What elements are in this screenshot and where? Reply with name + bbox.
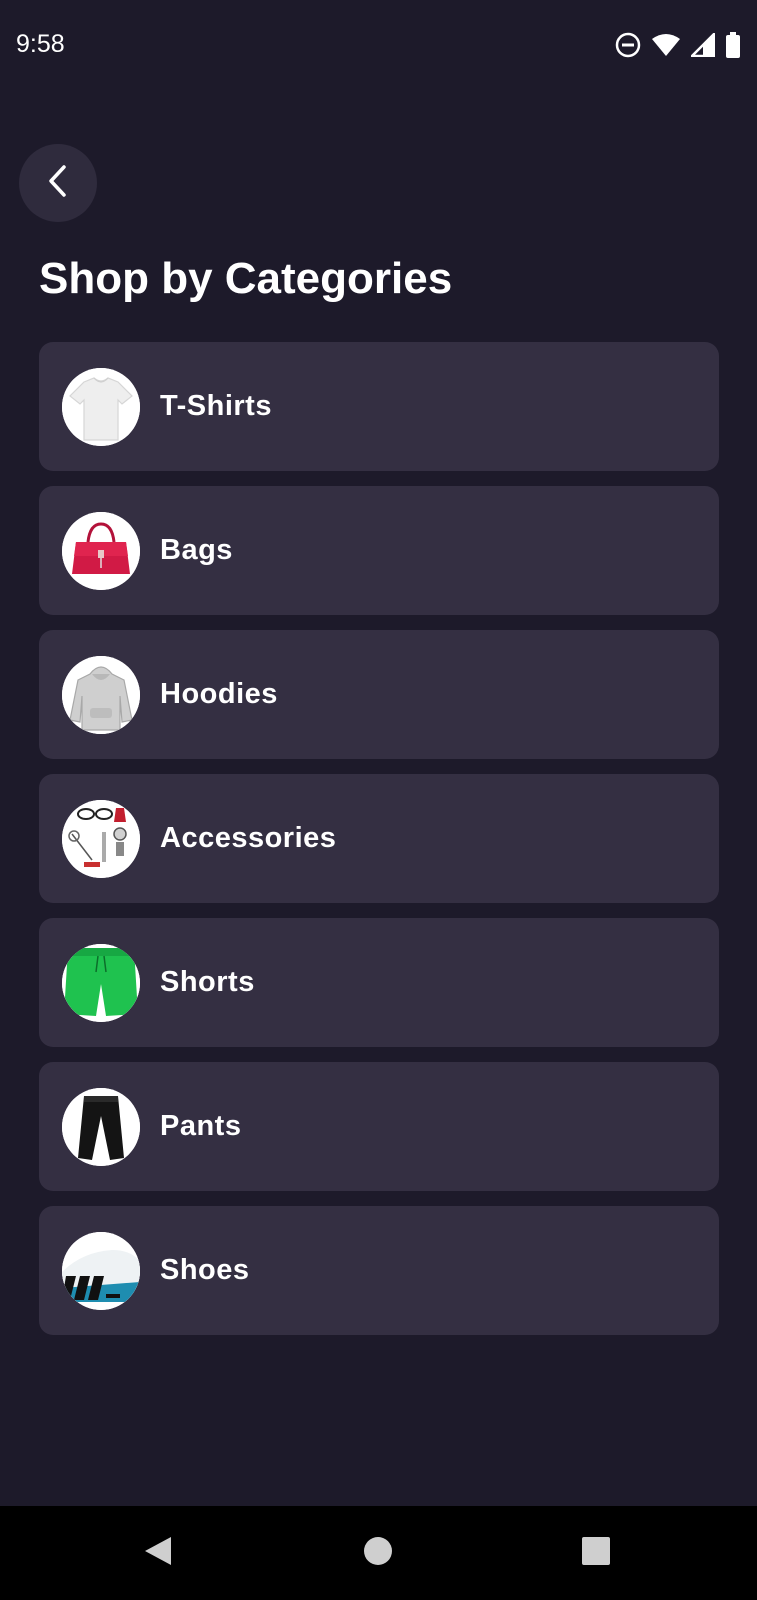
accessories-image — [62, 799, 140, 878]
wifi-icon — [651, 33, 681, 57]
category-item-shorts[interactable]: Shorts — [39, 918, 719, 1047]
category-label: T-Shirts — [160, 390, 272, 422]
sneaker-image — [62, 1231, 140, 1310]
category-item-tshirts[interactable]: T-Shirts — [39, 342, 719, 471]
category-label: Accessories — [160, 822, 337, 854]
category-label: Bags — [160, 534, 233, 566]
signal-icon — [691, 33, 715, 57]
category-label: Pants — [160, 1110, 242, 1142]
nav-back-button[interactable] — [98, 1506, 218, 1600]
category-list: T-Shirts Bags Hoodies Accessories Shorts… — [39, 342, 719, 1335]
category-item-shoes[interactable]: Shoes — [39, 1206, 719, 1335]
handbag-image — [62, 511, 140, 590]
hoodie-image — [62, 655, 140, 734]
do-not-disturb-icon — [615, 32, 641, 58]
nav-recents-button[interactable] — [536, 1506, 656, 1600]
category-item-hoodies[interactable]: Hoodies — [39, 630, 719, 759]
shorts-image — [62, 943, 140, 1022]
square-recents-icon — [581, 1536, 611, 1571]
category-item-bags[interactable]: Bags — [39, 486, 719, 615]
category-label: Shorts — [160, 966, 255, 998]
circle-home-icon — [363, 1536, 393, 1571]
chevron-left-icon — [45, 164, 71, 203]
category-item-accessories[interactable]: Accessories — [39, 774, 719, 903]
status-time: 9:58 — [16, 30, 65, 58]
navigation-bar — [0, 1506, 757, 1600]
status-icons — [615, 32, 741, 58]
nav-home-button[interactable] — [318, 1506, 438, 1600]
status-bar: 9:58 — [0, 0, 757, 96]
category-item-pants[interactable]: Pants — [39, 1062, 719, 1191]
category-label: Shoes — [160, 1254, 250, 1286]
triangle-back-icon — [143, 1535, 173, 1572]
battery-icon — [725, 32, 741, 58]
tshirt-image — [62, 367, 140, 446]
page-title: Shop by Categories — [39, 254, 453, 303]
back-button[interactable] — [19, 144, 97, 222]
category-label: Hoodies — [160, 678, 278, 710]
pants-image — [62, 1087, 140, 1166]
